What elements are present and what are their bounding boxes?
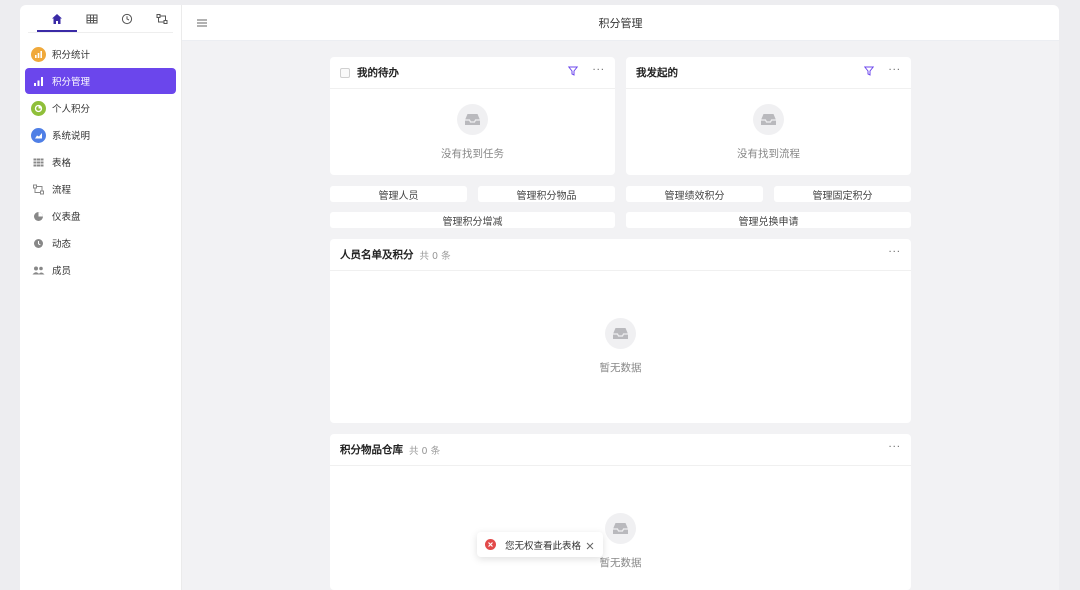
pie-icon	[31, 100, 46, 116]
sidebar-item-label: 表格	[52, 158, 72, 169]
members-icon	[31, 263, 46, 278]
menu-toggle-icon[interactable]	[196, 17, 208, 29]
manage-adjust-button[interactable]: 管理积分增减	[330, 212, 615, 228]
clock-icon	[31, 236, 46, 251]
sidebar: 积分统计 积分管理 个人积分 系统说明 表格 流程 仪表盘 动态 成员	[20, 5, 182, 590]
error-toast: 您无权查看此表格	[477, 532, 603, 557]
manage-staff-button[interactable]: 管理人员	[330, 186, 467, 202]
sidebar-item-label: 积分管理	[52, 77, 91, 88]
grid-icon	[31, 155, 46, 170]
more-icon[interactable]: ···	[592, 66, 605, 76]
tab-flow[interactable]	[153, 11, 171, 27]
warehouse-empty-state: 暂无数据	[330, 513, 911, 570]
manage-exchange-button[interactable]: 管理兑换申请	[626, 212, 911, 228]
sidebar-item-label: 个人积分	[52, 104, 91, 115]
close-icon[interactable]	[585, 540, 595, 550]
todo-card-title: 我的待办	[357, 67, 399, 79]
started-empty-state: 没有找到流程	[626, 104, 911, 161]
sidebar-item-label: 系统说明	[52, 131, 91, 142]
filter-icon[interactable]	[864, 66, 875, 76]
home-icon	[52, 14, 62, 24]
sidebar-item-label: 流程	[52, 185, 72, 196]
warehouse-table-title: 积分物品仓库	[340, 444, 403, 456]
tab-clock[interactable]	[118, 11, 136, 27]
sidebar-item-system-guide[interactable]: 系统说明	[25, 122, 176, 148]
todo-empty-state: 没有找到任务	[330, 104, 615, 161]
main-area: 积分管理 我的待办 ··· 没有找到任务 我发起的 ··· 没有找到流程 管理人…	[182, 5, 1059, 590]
chart-icon	[31, 46, 46, 62]
flow-icon	[31, 182, 46, 197]
area-chart-icon	[31, 127, 46, 143]
flow-icon	[156, 14, 168, 24]
sidebar-item-dashboard[interactable]: 仪表盘	[25, 203, 176, 229]
manage-performance-button[interactable]: 管理绩效积分	[626, 186, 763, 202]
empty-text: 暂无数据	[599, 362, 642, 374]
manage-fixed-button[interactable]: 管理固定积分	[774, 186, 911, 202]
started-card-title: 我发起的	[636, 67, 678, 79]
todo-select-checkbox[interactable]	[340, 67, 350, 78]
more-icon[interactable]: ···	[888, 443, 901, 453]
sidebar-item-label: 成员	[52, 266, 72, 277]
sidebar-item-flow[interactable]: 流程	[25, 176, 176, 202]
top-bar: 积分管理	[182, 5, 1059, 41]
empty-inbox-icon	[605, 318, 636, 349]
warehouse-table-header: 积分物品仓库 共 0 条 ···	[330, 434, 911, 466]
toast-message: 您无权查看此表格	[505, 540, 582, 552]
error-icon	[485, 539, 496, 550]
table-icon	[86, 14, 98, 24]
empty-text: 没有找到任务	[441, 148, 504, 160]
sidebar-item-members[interactable]: 成员	[25, 257, 176, 283]
more-icon[interactable]: ···	[888, 66, 901, 76]
sidebar-item-points-stats[interactable]: 积分统计	[25, 41, 176, 67]
sidebar-item-label: 动态	[52, 239, 72, 250]
bar-chart-icon	[31, 74, 46, 89]
staff-table-title: 人员名单及积分	[340, 249, 414, 261]
tab-table[interactable]	[83, 11, 101, 27]
page-title: 积分管理	[598, 16, 643, 30]
empty-inbox-icon	[457, 104, 488, 135]
manage-items-button[interactable]: 管理积分物品	[478, 186, 615, 202]
empty-inbox-icon	[753, 104, 784, 135]
sidebar-item-label: 仪表盘	[52, 212, 81, 223]
sidebar-item-personal-points[interactable]: 个人积分	[25, 95, 176, 121]
staff-table-card: 人员名单及积分 共 0 条 ··· 暂无数据	[330, 239, 911, 423]
started-card: 我发起的 ··· 没有找到流程	[626, 57, 911, 175]
record-count: 共 0 条	[409, 445, 441, 457]
clock-icon	[121, 13, 133, 25]
empty-text: 暂无数据	[599, 557, 642, 569]
filter-icon[interactable]	[568, 66, 579, 76]
record-count: 共 0 条	[419, 250, 451, 262]
warehouse-table-card: 积分物品仓库 共 0 条 ··· 暂无数据	[330, 434, 911, 590]
tab-home[interactable]	[37, 11, 77, 32]
empty-inbox-icon	[605, 513, 636, 544]
sidebar-item-label: 积分统计	[52, 50, 91, 61]
staff-empty-state: 暂无数据	[330, 318, 911, 375]
empty-text: 没有找到流程	[737, 148, 800, 160]
sidebar-menu: 积分统计 积分管理 个人积分 系统说明 表格 流程 仪表盘 动态 成员	[20, 41, 181, 283]
todo-card: 我的待办 ··· 没有找到任务	[330, 57, 615, 175]
sidebar-item-table[interactable]: 表格	[25, 149, 176, 175]
dashboard-icon	[31, 209, 46, 224]
sidebar-item-points-management[interactable]: 积分管理	[25, 68, 176, 94]
more-icon[interactable]: ···	[888, 248, 901, 258]
todo-card-header: 我的待办 ···	[330, 57, 615, 89]
sidebar-item-activity[interactable]: 动态	[25, 230, 176, 256]
staff-table-header: 人员名单及积分 共 0 条 ···	[330, 239, 911, 271]
started-card-header: 我发起的 ···	[626, 57, 911, 89]
sidebar-tabs	[28, 5, 173, 33]
